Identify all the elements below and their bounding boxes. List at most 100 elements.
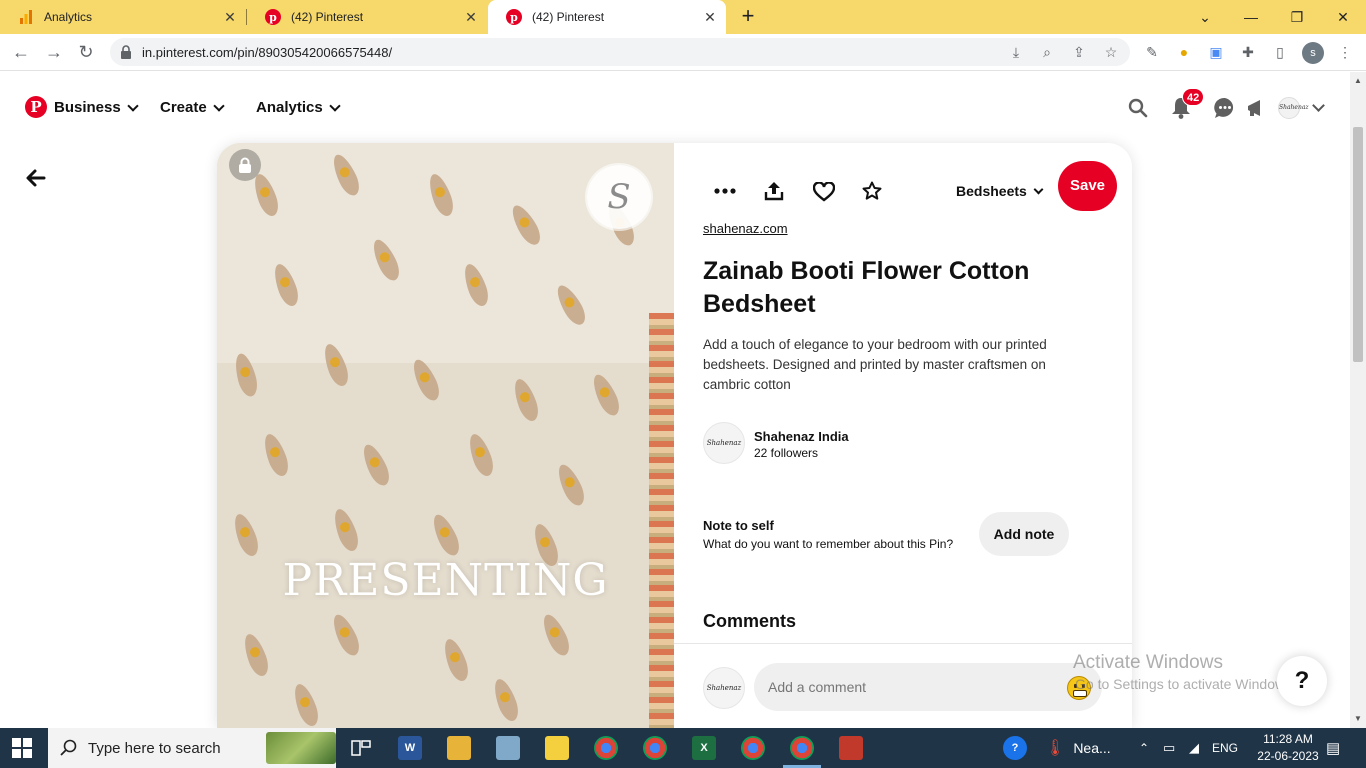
- tab-title: Analytics: [44, 10, 93, 24]
- comment-input[interactable]: [754, 663, 1102, 711]
- reload-icon[interactable]: ↻: [75, 41, 97, 63]
- extension-icon[interactable]: ●: [1175, 43, 1193, 61]
- pin-image[interactable]: PRESENTING S: [217, 143, 674, 728]
- tab-pinterest-active[interactable]: p (42) Pinterest ✕: [488, 0, 726, 34]
- weather-widget[interactable]: 🌡 Nea...: [1045, 728, 1111, 768]
- source-link[interactable]: shahenaz.com: [703, 221, 788, 236]
- pin-description: Add a touch of elegance to your bedroom …: [703, 337, 1047, 392]
- language-indicator[interactable]: ENG: [1212, 728, 1238, 768]
- file-explorer-icon[interactable]: [447, 736, 471, 760]
- board-selector[interactable]: Bedsheets: [956, 183, 1044, 199]
- board-name: Bedsheets: [956, 183, 1027, 199]
- forward-icon[interactable]: →: [43, 41, 65, 63]
- tab-pinterest-1[interactable]: p (42) Pinterest ✕: [247, 0, 487, 34]
- creator-followers: 22 followers: [754, 446, 819, 460]
- app-icon[interactable]: [839, 736, 863, 760]
- creator-name[interactable]: Shahenaz India: [754, 429, 849, 444]
- scroll-thumb[interactable]: [1353, 127, 1363, 362]
- profile-avatar[interactable]: s: [1302, 42, 1324, 64]
- brand-mark-logo: S: [587, 165, 651, 229]
- favorite-star-icon[interactable]: [856, 175, 888, 207]
- help-button[interactable]: ?: [1277, 656, 1327, 706]
- restore-icon[interactable]: ❐: [1285, 5, 1309, 29]
- chrome-icon[interactable]: [741, 736, 765, 760]
- extension-icon[interactable]: ✎: [1143, 43, 1161, 61]
- new-tab-icon[interactable]: +: [738, 5, 758, 27]
- windows-start-icon[interactable]: [12, 738, 32, 758]
- install-icon[interactable]: ⤓: [1007, 43, 1025, 61]
- sticky-notes-icon[interactable]: [545, 736, 569, 760]
- header-avatar[interactable]: Shahenaz: [1278, 97, 1309, 119]
- nav-analytics[interactable]: Analytics: [256, 99, 341, 116]
- comment-avatar: Shahenaz: [703, 667, 745, 709]
- excel-icon[interactable]: X: [692, 736, 716, 760]
- more-options-icon[interactable]: [709, 175, 741, 207]
- side-panel-icon[interactable]: ▯: [1271, 43, 1289, 61]
- notification-center-icon[interactable]: ▤: [1326, 728, 1340, 768]
- chevron-down-icon: [213, 99, 225, 112]
- updates-megaphone-icon[interactable]: [1244, 96, 1268, 120]
- task-view-icon[interactable]: [349, 736, 373, 760]
- page-scrollbar[interactable]: ▲ ▼: [1350, 72, 1366, 728]
- close-window-icon[interactable]: ✕: [1331, 5, 1355, 29]
- pinterest-logo[interactable]: P: [25, 96, 47, 118]
- bookmark-star-icon[interactable]: ☆: [1102, 43, 1120, 61]
- share-upload-icon[interactable]: [758, 175, 790, 207]
- nav-label: Create: [160, 99, 207, 116]
- tab-title: (42) Pinterest: [532, 10, 605, 24]
- extension-icon[interactable]: ▣: [1207, 43, 1225, 61]
- nav-business[interactable]: Business: [54, 99, 139, 116]
- browser-toolbar: ← → ↻ in.pinterest.com/pin/8903054200665…: [0, 34, 1366, 71]
- taskbar-search[interactable]: Type here to search: [48, 728, 336, 768]
- help-tray-icon[interactable]: ?: [1003, 736, 1027, 760]
- react-heart-icon[interactable]: [808, 176, 840, 208]
- nav-create[interactable]: Create: [160, 99, 225, 116]
- pinterest-icon: p: [265, 9, 281, 25]
- search-icon[interactable]: [1126, 96, 1150, 120]
- note-title: Note to self: [703, 518, 774, 533]
- app-icon[interactable]: [496, 736, 520, 760]
- zoom-icon[interactable]: ⌕: [1038, 43, 1056, 61]
- tab-search-chevron-icon[interactable]: ⌄: [1193, 5, 1217, 29]
- taskbar-clock[interactable]: 11:28 AM 22-06-2023: [1256, 731, 1320, 765]
- pin-card: PRESENTING S Bedsheets Save shahenaz.com…: [217, 143, 1132, 728]
- chrome-icon[interactable]: [643, 736, 667, 760]
- network-icon[interactable]: ◢: [1189, 728, 1199, 768]
- tab-title: (42) Pinterest: [291, 10, 364, 24]
- back-arrow-icon[interactable]: [24, 166, 50, 192]
- puzzle-icon[interactable]: ✚: [1239, 43, 1257, 61]
- search-icon: [60, 739, 77, 756]
- url-text: in.pinterest.com/pin/890305420066575448/: [142, 45, 393, 60]
- word-icon[interactable]: W: [398, 736, 422, 760]
- divider: [674, 643, 1132, 644]
- scroll-up-icon[interactable]: ▲: [1353, 76, 1363, 86]
- scroll-down-icon[interactable]: ▼: [1353, 714, 1363, 724]
- pinterest-header: P Business Create Analytics: [0, 72, 1350, 142]
- tab-analytics[interactable]: Analytics ✕: [0, 0, 247, 34]
- lock-icon[interactable]: [229, 149, 261, 181]
- chevron-down-icon: [329, 99, 341, 112]
- pinterest-icon: p: [506, 9, 522, 25]
- show-hidden-icons[interactable]: ⌃: [1139, 728, 1149, 768]
- chevron-down-icon: [1033, 184, 1044, 194]
- share-icon[interactable]: ⇪: [1070, 43, 1088, 61]
- browser-tab-bar: Analytics ✕ p (42) Pinterest ✕ p (42) Pi…: [0, 0, 1366, 34]
- svg-text:p: p: [269, 11, 277, 24]
- menu-kebab-icon[interactable]: ⋮: [1336, 43, 1354, 61]
- minimize-icon[interactable]: —: [1239, 5, 1263, 29]
- activate-windows-subtext: Go to Settings to activate Windows.: [1075, 676, 1296, 692]
- chrome-icon[interactable]: [594, 736, 618, 760]
- creator-avatar[interactable]: Shahenaz: [703, 422, 745, 464]
- close-tab-icon[interactable]: ✕: [702, 9, 718, 25]
- back-icon[interactable]: ←: [10, 41, 32, 63]
- battery-icon[interactable]: ▭: [1163, 728, 1175, 768]
- add-note-button[interactable]: Add note: [979, 512, 1069, 556]
- save-button[interactable]: Save: [1058, 161, 1117, 211]
- close-tab-icon[interactable]: ✕: [463, 9, 479, 25]
- close-tab-icon[interactable]: ✕: [222, 9, 238, 25]
- messages-icon[interactable]: [1213, 96, 1237, 120]
- nav-label: Business: [54, 99, 121, 116]
- address-bar[interactable]: in.pinterest.com/pin/890305420066575448/…: [110, 38, 1130, 66]
- chrome-icon-active[interactable]: [790, 736, 814, 760]
- pin-title: Zainab Booti Flower Cotton Bedsheet: [703, 257, 1030, 318]
